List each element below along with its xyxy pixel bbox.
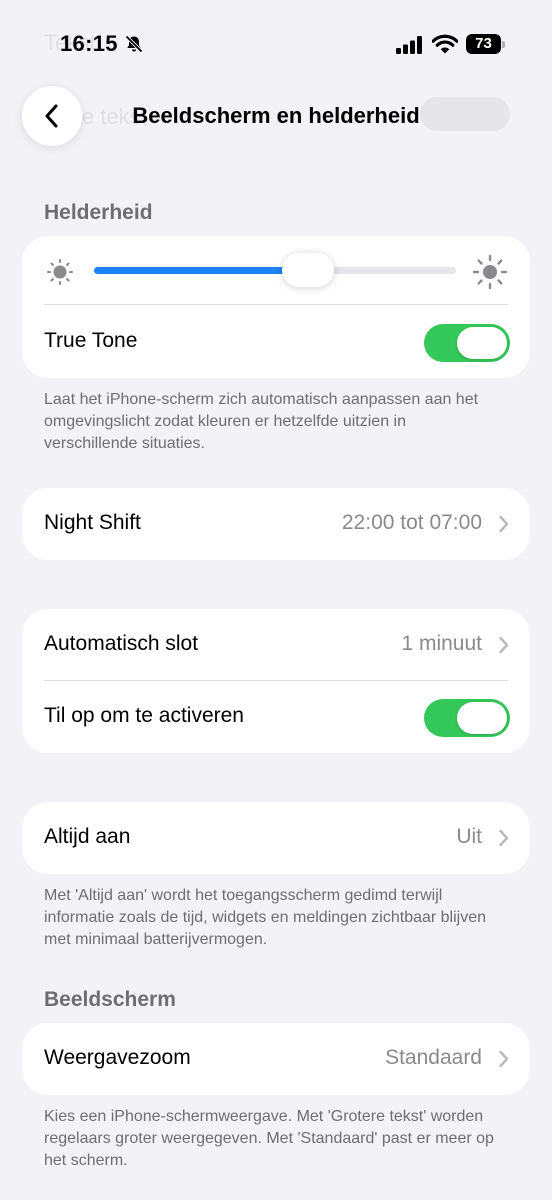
brightness-card: True Tone [22, 236, 530, 378]
battery-level: 73 [475, 35, 492, 52]
always-on-row[interactable]: Altijd aan Uit [22, 802, 530, 874]
status-bar: 16:15 73 [0, 0, 552, 88]
silent-bell-icon [125, 35, 143, 53]
battery-indicator: 73 [466, 34, 506, 54]
night-shift-card: Night Shift 22:00 tot 07:00 [22, 488, 530, 560]
raise-to-wake-label: Til op om te activeren [44, 704, 244, 727]
auto-lock-label: Automatisch slot [44, 632, 199, 655]
section-header-display: Beeldscherm [44, 988, 176, 1011]
status-time: 16:15 [60, 31, 118, 56]
settings-screen: Tekst Vette tekst 16:15 73 Beeldscherm e… [0, 0, 552, 1200]
always-on-value: Uit [456, 825, 482, 848]
auto-lock-row[interactable]: Automatisch slot 1 minuut [22, 609, 530, 681]
chevron-right-icon [499, 1050, 509, 1068]
raise-to-wake-toggle[interactable] [424, 699, 510, 737]
section-header-brightness: Helderheid [44, 201, 153, 224]
true-tone-toggle[interactable] [424, 324, 510, 362]
chevron-left-icon [45, 104, 58, 128]
page-title: Beeldscherm en helderheid [132, 103, 420, 128]
chevron-right-icon [499, 515, 509, 533]
true-tone-row: True Tone [22, 306, 530, 378]
back-button[interactable] [22, 86, 82, 146]
night-shift-row[interactable]: Night Shift 22:00 tot 07:00 [22, 488, 530, 560]
chevron-right-icon [499, 636, 509, 654]
always-on-card: Altijd aan Uit [22, 802, 530, 874]
always-on-label: Altijd aan [44, 825, 131, 848]
brightness-slider[interactable] [94, 253, 456, 287]
sun-large-icon [472, 254, 508, 290]
display-zoom-card: Weergavezoom Standaard [22, 1023, 530, 1095]
night-shift-value: 22:00 tot 07:00 [341, 511, 482, 534]
night-shift-label: Night Shift [44, 511, 141, 534]
true-tone-label: True Tone [44, 329, 138, 352]
cellular-signal-icon [396, 36, 422, 54]
chevron-right-icon [499, 829, 509, 847]
display-zoom-row[interactable]: Weergavezoom Standaard [22, 1023, 530, 1095]
true-tone-footnote: Laat het iPhone-scherm zich automatisch … [44, 391, 479, 452]
sun-small-icon [47, 259, 73, 285]
toggle-knob [457, 327, 507, 359]
display-zoom-footnote: Kies een iPhone-schermweergave. Met 'Gro… [44, 1108, 494, 1169]
auto-lock-value: 1 minuut [401, 632, 482, 655]
wifi-icon [432, 34, 458, 54]
toggle-knob [457, 702, 507, 734]
always-on-footnote: Met 'Altijd aan' wordt het toegangsscher… [44, 887, 487, 948]
divider [44, 304, 508, 305]
display-zoom-label: Weergavezoom [44, 1046, 191, 1069]
lock-card: Automatisch slot 1 minuut Til op om te a… [22, 609, 530, 753]
battery-cap [502, 41, 505, 48]
brightness-slider-thumb[interactable] [282, 253, 334, 287]
brightness-slider-fill [94, 267, 308, 274]
raise-to-wake-row: Til op om te activeren [22, 681, 530, 753]
display-zoom-value: Standaard [385, 1046, 482, 1069]
